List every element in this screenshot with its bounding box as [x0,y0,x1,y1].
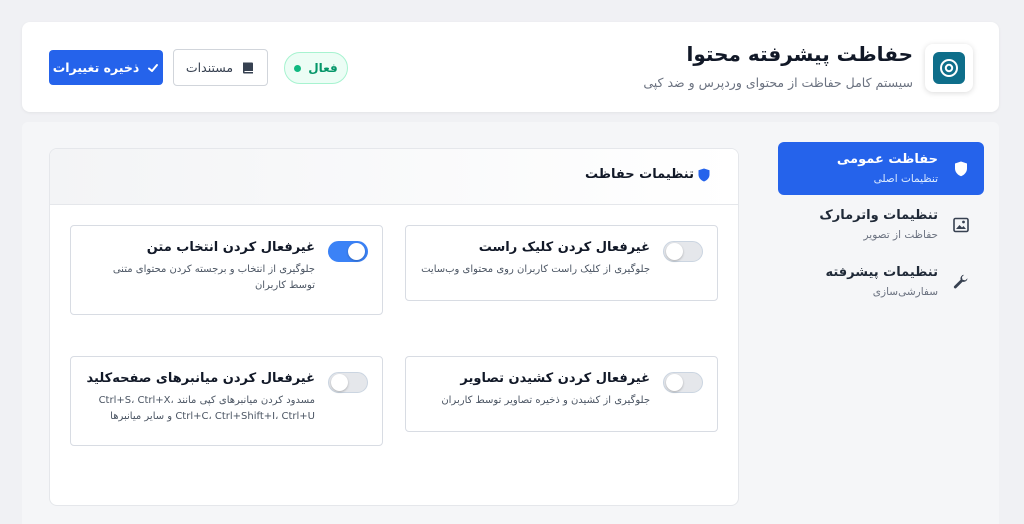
book-icon [243,62,254,73]
status-dot-icon [294,64,302,72]
toggle-image-drag[interactable] [663,372,703,393]
app-header: حفاظت پیشرفته محتوا سیستم کامل حفاظت از … [22,22,999,112]
shield-icon [698,168,710,181]
setting-title: غیرفعال کردن میانبرهای صفحه‌کلید [86,371,315,386]
setting-title: غیرفعال کردن انتخاب متن [146,240,315,255]
setting-card-image-drag: غیرفعال کردن کشیدن تصاویر جلوگیری از کشی… [405,356,718,432]
sidebar-item-label: تنظیمات واترمارک [819,208,938,223]
main-area: حفاظت عمومی تنظیمات اصلی تنظیمات واترمار… [22,122,999,524]
sidebar-item-advanced[interactable]: تنظیمات پیشرفته سفارشی‌سازی [778,255,984,308]
sidebar-item-sublabel: سفارشی‌سازی [872,286,938,298]
sidebar-item-watermark[interactable]: تنظیمات واترمارک حفاظت از تصویر [778,198,984,251]
image-icon [952,216,970,234]
panel-title: تنظیمات حفاظت [585,167,710,182]
panel-header: تنظیمات حفاظت [50,149,738,205]
toggle-knob [666,374,683,391]
sidebar-item-label: حفاظت عمومی [836,152,938,167]
sidebar-item-label: تنظیمات پیشرفته [825,265,938,280]
status-badge: فعال [284,52,348,84]
panel-title-text: تنظیمات حفاظت [585,167,694,182]
page-title: حفاظت پیشرفته محتوا [686,42,913,66]
settings-panel: تنظیمات حفاظت غیرفعال کردن کلیک راست جلو… [49,148,739,506]
setting-card-keyboard-shortcuts: غیرفعال کردن میانبرهای صفحه‌کلید مسدود ک… [70,356,383,446]
save-button-label: ذخیره تغییرات [52,60,140,75]
sidebar-item-general-protection[interactable]: حفاظت عمومی تنظیمات اصلی [778,142,984,195]
check-icon [148,63,159,72]
sidebar-item-sublabel: حفاظت از تصویر [863,229,939,241]
toggle-right-click[interactable] [663,241,703,262]
docs-button-label: مستندات [185,60,234,75]
status-label: فعال [308,61,338,75]
setting-description: جلوگیری از انتخاب و برجسته کردن محتوای م… [112,264,315,291]
setting-title: غیرفعال کردن کلیک راست [478,240,650,255]
setting-card-text-selection: غیرفعال کردن انتخاب متن جلوگیری از انتخا… [70,225,383,315]
toggle-knob [331,374,348,391]
app-logo [925,44,973,92]
toggle-knob [348,243,365,260]
toggle-knob [666,243,683,260]
toggle-text-selection[interactable] [328,241,368,262]
setting-description: مسدود کردن میانبرهای کپی مانند Ctrl+S، C… [98,395,315,422]
toggle-keyboard-shortcuts[interactable] [328,372,368,393]
docs-button[interactable]: مستندات [173,49,268,86]
setting-description: جلوگیری از کشیدن و ذخیره تصاویر توسط کار… [441,395,650,406]
setting-card-right-click: غیرفعال کردن کلیک راست جلوگیری از کلیک ر… [405,225,718,301]
target-icon [933,52,965,84]
sidebar-item-sublabel: تنظیمات اصلی [873,173,938,185]
page-subtitle: سیستم کامل حفاظت از محتوای وردپرس و ضد ک… [643,75,913,90]
shield-icon [952,160,970,178]
setting-title: غیرفعال کردن کشیدن تصاویر [460,371,650,386]
wrench-icon [952,273,970,291]
save-button[interactable]: ذخیره تغییرات [49,50,163,85]
setting-description: جلوگیری از کلیک راست کاربران روی محتوای … [421,264,650,275]
